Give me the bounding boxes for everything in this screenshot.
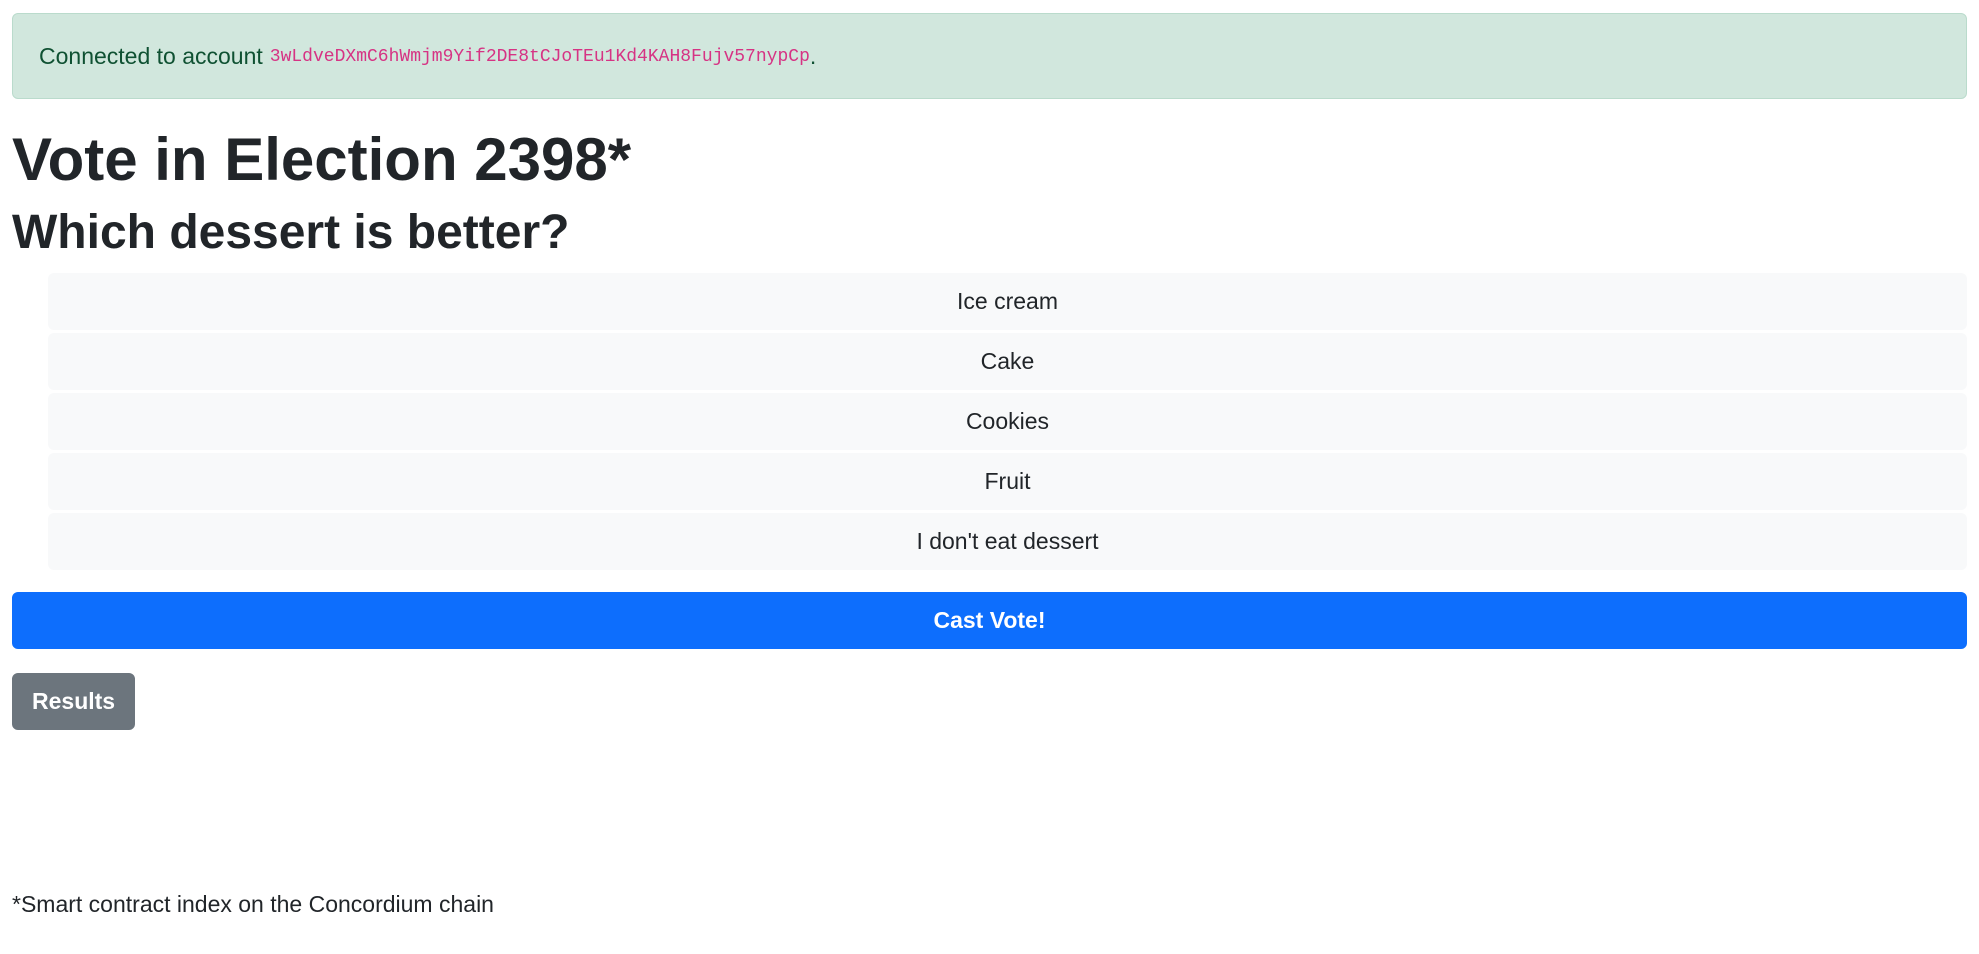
vote-option-cookies[interactable]: Cookies bbox=[48, 392, 1967, 450]
alert-prefix: Connected to account bbox=[39, 42, 263, 69]
vote-options-list: Ice cream Cake Cookies Fruit I don't eat… bbox=[48, 272, 1967, 570]
vote-option-no-dessert[interactable]: I don't eat dessert bbox=[48, 512, 1967, 570]
alert-suffix: . bbox=[809, 42, 817, 69]
voting-page: Connected to account 3wLdveDXmC6hWmjm9Yi… bbox=[12, 13, 1967, 730]
cast-vote-button[interactable]: Cast Vote! bbox=[12, 591, 1967, 649]
connection-alert: Connected to account 3wLdveDXmC6hWmjm9Yi… bbox=[12, 13, 1967, 99]
page-title: Vote in Election 2398* bbox=[12, 126, 632, 193]
election-question: Which dessert is better? bbox=[12, 206, 570, 259]
vote-option-cake[interactable]: Cake bbox=[48, 332, 1967, 390]
account-address: 3wLdveDXmC6hWmjm9Yif2DE8tCJoTEu1Kd4KAH8F… bbox=[269, 47, 810, 67]
vote-option-fruit[interactable]: Fruit bbox=[48, 452, 1967, 510]
vote-option-ice-cream[interactable]: Ice cream bbox=[48, 272, 1967, 330]
footnote: *Smart contract index on the Concordium … bbox=[12, 891, 494, 917]
results-button[interactable]: Results bbox=[12, 672, 136, 730]
